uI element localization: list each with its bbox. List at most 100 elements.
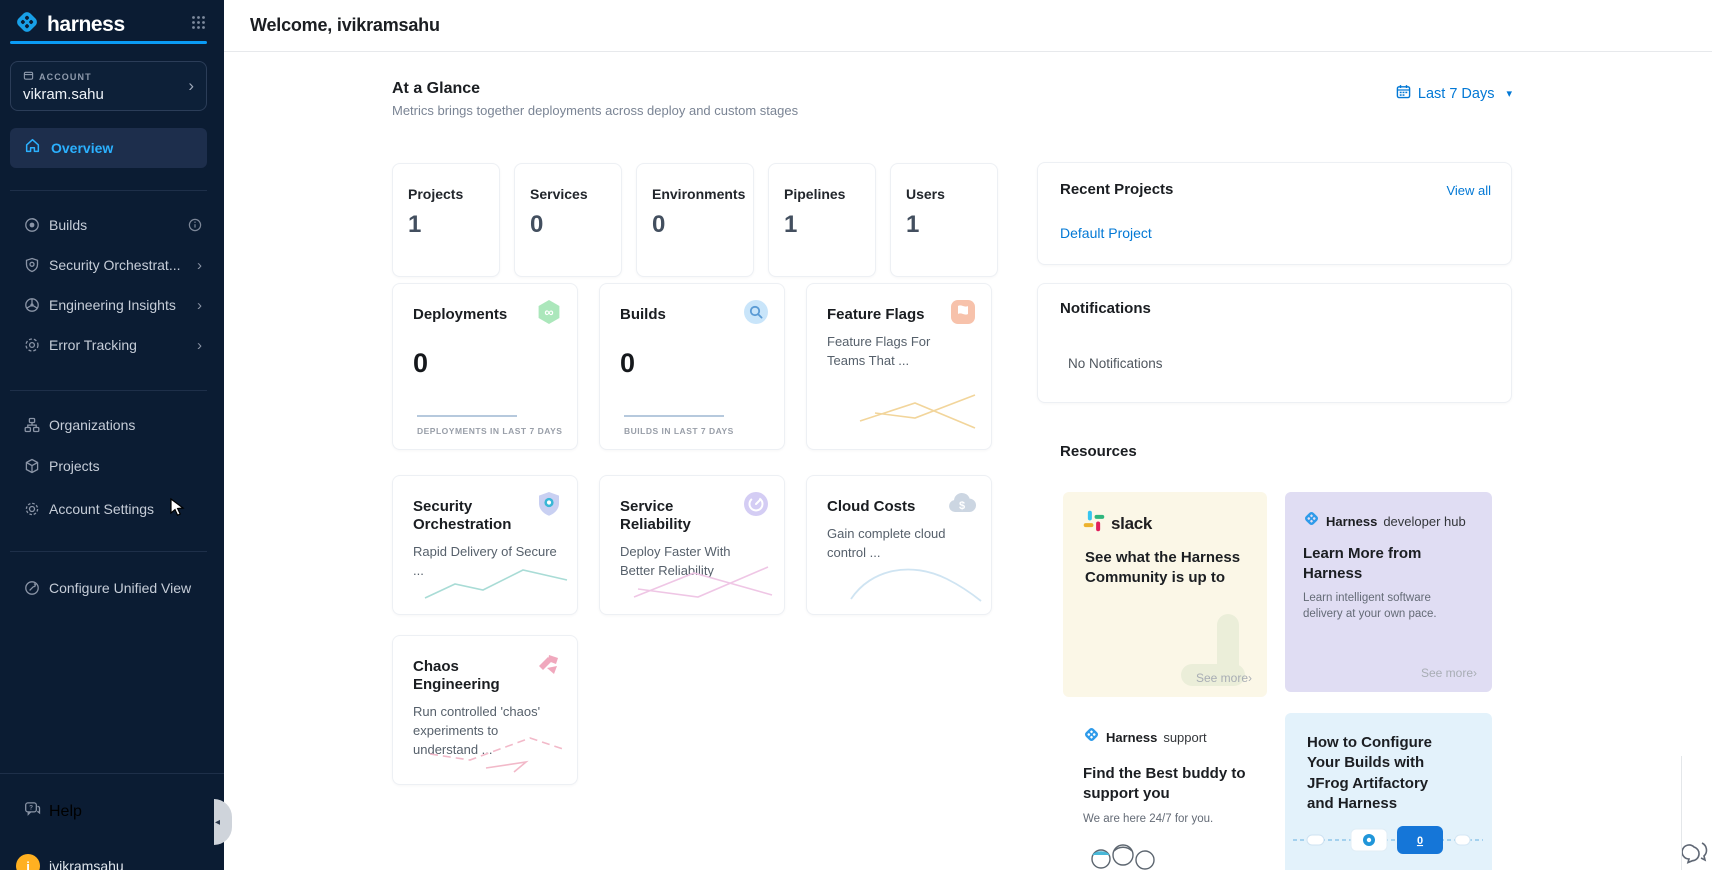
brand-suffix: support bbox=[1163, 730, 1206, 745]
svg-text:?: ? bbox=[29, 804, 33, 811]
devhub-card-subtext: Learn intelligent software delivery at y… bbox=[1303, 590, 1473, 622]
brand-name: Harness bbox=[1326, 514, 1377, 529]
deployments-card[interactable]: Deployments ∞ 0 DEPLOYMENTS IN LAST 7 DA… bbox=[392, 283, 578, 450]
card-title: Security Orchestration bbox=[413, 498, 533, 534]
slack-see-more-link[interactable]: See more› bbox=[1196, 671, 1252, 685]
service-reliability-card[interactable]: Service Reliability Deploy Faster With B… bbox=[599, 475, 785, 615]
help-label: Help bbox=[49, 803, 82, 821]
calendar-icon bbox=[1396, 84, 1411, 103]
shield-icon bbox=[24, 257, 40, 273]
builds-card[interactable]: Builds 0 BUILDS IN LAST 7 DAYS bbox=[599, 283, 785, 450]
card-title: Feature Flags bbox=[827, 306, 947, 324]
svg-text:$: $ bbox=[959, 500, 965, 512]
sidebar-divider bbox=[10, 551, 207, 552]
sidebar-item-error-tracking[interactable]: Error Tracking › bbox=[0, 325, 224, 365]
slack-card-heading: See what the Harness Community is up to bbox=[1085, 548, 1245, 589]
glance-title: At a Glance bbox=[392, 80, 480, 98]
account-icon bbox=[23, 70, 34, 83]
metric-card-environments[interactable]: Environments 0 bbox=[636, 163, 754, 277]
metric-value: 1 bbox=[906, 211, 997, 239]
chaos-engineering-card[interactable]: Chaos Engineering Run controlled 'chaos'… bbox=[392, 635, 578, 785]
card-description: Feature Flags For Teams That ... bbox=[827, 333, 971, 371]
builds-count: 0 bbox=[620, 348, 764, 379]
user-menu[interactable]: i ivikramsahu bbox=[16, 854, 124, 870]
insights-wheel-icon bbox=[24, 297, 40, 313]
harness-dashboard: harness ACCOUNT vikram.sahu › Overview bbox=[0, 0, 1712, 870]
collapse-arrow-icon: ◂ bbox=[215, 817, 220, 828]
metric-value: 0 bbox=[652, 211, 753, 239]
card-title: Service Reliability bbox=[620, 498, 740, 534]
sidebar-item-overview[interactable]: Overview bbox=[10, 128, 207, 168]
glance-subtitle: Metrics brings together deployments acro… bbox=[392, 103, 798, 118]
svg-text:0: 0 bbox=[1417, 835, 1423, 847]
developer-hub-card[interactable]: Harness developer hub Learn More from Ha… bbox=[1285, 492, 1492, 692]
sidebar-divider bbox=[10, 390, 207, 391]
svg-text:∞: ∞ bbox=[544, 305, 553, 320]
metric-card-projects[interactable]: Projects 1 bbox=[392, 163, 500, 277]
account-label: ACCOUNT bbox=[39, 72, 92, 82]
notifications-title: Notifications bbox=[1060, 300, 1151, 317]
page-header: Welcome, ivikramsahu bbox=[224, 0, 1712, 52]
brand-name: Harness bbox=[1106, 730, 1157, 745]
reliability-gauge-icon bbox=[742, 490, 770, 523]
sidebar-collapse-handle[interactable]: ◂ bbox=[214, 799, 232, 845]
chevron-right-icon: › bbox=[188, 76, 194, 96]
sidebar-divider bbox=[10, 190, 207, 191]
metric-card-users[interactable]: Users 1 bbox=[890, 163, 998, 277]
deployments-sparkline bbox=[417, 415, 517, 417]
help-button[interactable]: ? Help bbox=[0, 792, 224, 832]
harness-logo-icon bbox=[14, 9, 40, 40]
security-shield-icon bbox=[535, 490, 563, 523]
sidebar-item-label: Overview bbox=[51, 140, 113, 156]
chevron-right-icon: › bbox=[197, 297, 202, 314]
sidebar-item-account-settings[interactable]: Account Settings bbox=[0, 489, 224, 529]
cloud-costs-card[interactable]: Cloud Costs $ Gain complete cloud contro… bbox=[806, 475, 992, 615]
logo-underline bbox=[10, 41, 207, 44]
home-icon bbox=[24, 137, 41, 159]
sidebar-item-label: Error Tracking bbox=[49, 337, 137, 353]
harness-support-block[interactable]: Harness support Find the Best buddy to s… bbox=[1083, 726, 1283, 827]
decorative-squiggle bbox=[628, 561, 778, 608]
slack-resource-card[interactable]: slack See what the Harness Community is … bbox=[1063, 492, 1267, 697]
chevron-right-icon: › bbox=[197, 337, 202, 354]
decorative-squiggle bbox=[426, 728, 571, 778]
help-chat-icon: ? bbox=[24, 801, 41, 823]
module-grid-icon[interactable] bbox=[191, 15, 206, 35]
card-title: Cloud Costs bbox=[827, 498, 947, 516]
feature-flags-card[interactable]: Feature Flags Feature Flags For Teams Th… bbox=[806, 283, 992, 450]
decorative-squiggle bbox=[845, 555, 985, 608]
deployments-count: 0 bbox=[413, 348, 557, 379]
harness-logo[interactable]: harness bbox=[14, 9, 125, 40]
view-all-link[interactable]: View all bbox=[1446, 183, 1491, 198]
sidebar-item-label: Builds bbox=[49, 217, 87, 233]
sidebar-item-organizations[interactable]: Organizations bbox=[0, 405, 224, 445]
devhub-see-more-link[interactable]: See more› bbox=[1421, 666, 1477, 680]
resources-title: Resources bbox=[1060, 443, 1137, 460]
notifications-empty-state: No Notifications bbox=[1068, 356, 1163, 371]
sidebar-item-engineering-insights[interactable]: Engineering Insights › bbox=[0, 285, 224, 325]
pipeline-illustration: 0 bbox=[1293, 821, 1483, 864]
account-name: vikram.sahu bbox=[23, 86, 194, 103]
devhub-card-heading: Learn More from Harness bbox=[1303, 544, 1453, 585]
logo-text: harness bbox=[47, 13, 125, 37]
metric-card-pipelines[interactable]: Pipelines 1 bbox=[768, 163, 876, 277]
sidebar-item-security-orchestration[interactable]: Security Orchestrat... › bbox=[0, 245, 224, 285]
sidebar-item-configure-unified-view[interactable]: Configure Unified View bbox=[0, 568, 224, 608]
account-selector[interactable]: ACCOUNT vikram.sahu › bbox=[10, 61, 207, 111]
date-range-label: Last 7 Days bbox=[1418, 86, 1495, 102]
project-link-default-project[interactable]: Default Project bbox=[1060, 225, 1152, 241]
security-orchestration-card[interactable]: Security Orchestration Rapid Delivery of… bbox=[392, 475, 578, 615]
jfrog-resource-card[interactable]: How to Configure Your Builds with JFrog … bbox=[1285, 713, 1492, 870]
chevron-right-icon: › bbox=[1248, 671, 1252, 685]
sidebar-item-projects[interactable]: Projects bbox=[0, 446, 224, 486]
wrench-circle-icon bbox=[24, 580, 40, 596]
date-range-selector[interactable]: Last 7 Days ▾ bbox=[1396, 84, 1512, 103]
deployments-caption: DEPLOYMENTS IN LAST 7 DAYS bbox=[417, 426, 562, 436]
metric-card-services[interactable]: Services 0 bbox=[514, 163, 622, 277]
gear-icon bbox=[24, 501, 40, 517]
info-icon[interactable] bbox=[188, 218, 202, 232]
sidebar-item-builds[interactable]: Builds bbox=[0, 205, 224, 245]
metric-label: Pipelines bbox=[784, 186, 875, 202]
chat-support-icon[interactable] bbox=[1682, 838, 1710, 870]
card-title: Builds bbox=[620, 306, 740, 324]
